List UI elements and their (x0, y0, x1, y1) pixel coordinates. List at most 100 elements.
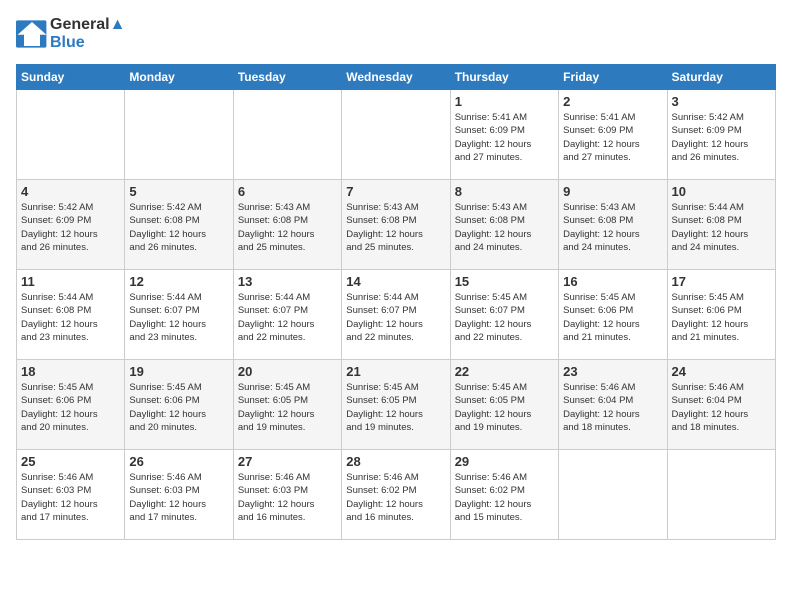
day-number: 6 (238, 184, 337, 199)
header-day-sunday: Sunday (17, 65, 125, 90)
day-info: Sunrise: 5:42 AM Sunset: 6:09 PM Dayligh… (672, 111, 771, 164)
calendar-cell: 23 Sunrise: 5:46 AM Sunset: 6:04 PM Dayli… (559, 360, 667, 450)
day-info: Sunrise: 5:42 AM Sunset: 6:08 PM Dayligh… (129, 201, 228, 254)
calendar-cell: 8 Sunrise: 5:43 AM Sunset: 6:08 PM Daylig… (450, 180, 558, 270)
calendar-cell: 13 Sunrise: 5:44 AM Sunset: 6:07 PM Dayli… (233, 270, 341, 360)
day-number: 27 (238, 454, 337, 469)
day-number: 24 (672, 364, 771, 379)
day-info: Sunrise: 5:42 AM Sunset: 6:09 PM Dayligh… (21, 201, 120, 254)
day-number: 22 (455, 364, 554, 379)
calendar-header: SundayMondayTuesdayWednesdayThursdayFrid… (17, 65, 776, 90)
calendar-week-1: 1 Sunrise: 5:41 AM Sunset: 6:09 PM Daylig… (17, 90, 776, 180)
calendar-cell: 11 Sunrise: 5:44 AM Sunset: 6:08 PM Dayli… (17, 270, 125, 360)
calendar-cell: 1 Sunrise: 5:41 AM Sunset: 6:09 PM Daylig… (450, 90, 558, 180)
day-number: 13 (238, 274, 337, 289)
day-number: 2 (563, 94, 662, 109)
day-info: Sunrise: 5:45 AM Sunset: 6:07 PM Dayligh… (455, 291, 554, 344)
calendar-cell: 19 Sunrise: 5:45 AM Sunset: 6:06 PM Dayli… (125, 360, 233, 450)
calendar-cell: 7Sunrise: 5:43 AM Sunset: 6:08 PM Daylig… (342, 180, 450, 270)
day-info: Sunrise: 5:44 AM Sunset: 6:07 PM Dayligh… (129, 291, 228, 344)
calendar-cell (559, 450, 667, 540)
day-number: 8 (455, 184, 554, 199)
day-info: Sunrise: 5:46 AM Sunset: 6:04 PM Dayligh… (672, 381, 771, 434)
calendar-cell: 26Sunrise: 5:46 AM Sunset: 6:03 PM Dayli… (125, 450, 233, 540)
day-number: 18 (21, 364, 120, 379)
calendar-cell: 27Sunrise: 5:46 AM Sunset: 6:03 PM Dayli… (233, 450, 341, 540)
day-info: Sunrise: 5:45 AM Sunset: 6:06 PM Dayligh… (563, 291, 662, 344)
calendar-cell: 9Sunrise: 5:43 AM Sunset: 6:08 PM Daylig… (559, 180, 667, 270)
calendar-cell: 2Sunrise: 5:41 AM Sunset: 6:09 PM Daylig… (559, 90, 667, 180)
day-number: 11 (21, 274, 120, 289)
calendar-cell: 15 Sunrise: 5:45 AM Sunset: 6:07 PM Dayli… (450, 270, 558, 360)
calendar-cell (667, 450, 775, 540)
calendar-cell: 5 Sunrise: 5:42 AM Sunset: 6:08 PM Daylig… (125, 180, 233, 270)
day-number: 10 (672, 184, 771, 199)
day-number: 20 (238, 364, 337, 379)
day-info: Sunrise: 5:46 AM Sunset: 6:04 PM Dayligh… (563, 381, 662, 434)
calendar-table: SundayMondayTuesdayWednesdayThursdayFrid… (16, 64, 776, 540)
day-info: Sunrise: 5:41 AM Sunset: 6:09 PM Dayligh… (455, 111, 554, 164)
day-number: 3 (672, 94, 771, 109)
day-number: 26 (129, 454, 228, 469)
calendar-cell (17, 90, 125, 180)
logo-text: General▲ Blue (50, 16, 125, 52)
calendar-week-4: 18 Sunrise: 5:45 AM Sunset: 6:06 PM Dayli… (17, 360, 776, 450)
calendar-cell: 25Sunrise: 5:46 AM Sunset: 6:03 PM Dayli… (17, 450, 125, 540)
calendar-cell: 21 Sunrise: 5:45 AM Sunset: 6:05 PM Dayli… (342, 360, 450, 450)
calendar-cell: 17Sunrise: 5:45 AM Sunset: 6:06 PM Dayli… (667, 270, 775, 360)
calendar-cell: 16 Sunrise: 5:45 AM Sunset: 6:06 PM Dayli… (559, 270, 667, 360)
day-number: 9 (563, 184, 662, 199)
day-number: 17 (672, 274, 771, 289)
day-number: 1 (455, 94, 554, 109)
calendar-cell: 28 Sunrise: 5:46 AM Sunset: 6:02 PM Dayli… (342, 450, 450, 540)
day-number: 21 (346, 364, 445, 379)
calendar-cell (233, 90, 341, 180)
day-info: Sunrise: 5:45 AM Sunset: 6:06 PM Dayligh… (129, 381, 228, 434)
calendar-cell: 12 Sunrise: 5:44 AM Sunset: 6:07 PM Dayli… (125, 270, 233, 360)
calendar-cell: 18 Sunrise: 5:45 AM Sunset: 6:06 PM Dayli… (17, 360, 125, 450)
calendar-body: 1 Sunrise: 5:41 AM Sunset: 6:09 PM Daylig… (17, 90, 776, 540)
calendar-cell: 10Sunrise: 5:44 AM Sunset: 6:08 PM Dayli… (667, 180, 775, 270)
day-number: 28 (346, 454, 445, 469)
day-info: Sunrise: 5:44 AM Sunset: 6:08 PM Dayligh… (21, 291, 120, 344)
day-info: Sunrise: 5:45 AM Sunset: 6:05 PM Dayligh… (455, 381, 554, 434)
calendar-cell: 24 Sunrise: 5:46 AM Sunset: 6:04 PM Dayli… (667, 360, 775, 450)
calendar-cell: 14 Sunrise: 5:44 AM Sunset: 6:07 PM Dayli… (342, 270, 450, 360)
day-info: Sunrise: 5:43 AM Sunset: 6:08 PM Dayligh… (455, 201, 554, 254)
logo-icon (16, 20, 48, 48)
day-info: Sunrise: 5:43 AM Sunset: 6:08 PM Dayligh… (346, 201, 445, 254)
calendar-week-3: 11 Sunrise: 5:44 AM Sunset: 6:08 PM Dayli… (17, 270, 776, 360)
day-number: 29 (455, 454, 554, 469)
header-day-monday: Monday (125, 65, 233, 90)
day-number: 15 (455, 274, 554, 289)
calendar-cell: 3 Sunrise: 5:42 AM Sunset: 6:09 PM Daylig… (667, 90, 775, 180)
page-header: General▲ Blue (16, 16, 776, 52)
calendar-cell: 4 Sunrise: 5:42 AM Sunset: 6:09 PM Daylig… (17, 180, 125, 270)
calendar-cell: 6 Sunrise: 5:43 AM Sunset: 6:08 PM Daylig… (233, 180, 341, 270)
day-info: Sunrise: 5:45 AM Sunset: 6:06 PM Dayligh… (21, 381, 120, 434)
day-info: Sunrise: 5:46 AM Sunset: 6:02 PM Dayligh… (346, 471, 445, 524)
header-day-saturday: Saturday (667, 65, 775, 90)
header-day-friday: Friday (559, 65, 667, 90)
day-number: 12 (129, 274, 228, 289)
day-info: Sunrise: 5:46 AM Sunset: 6:02 PM Dayligh… (455, 471, 554, 524)
day-number: 16 (563, 274, 662, 289)
day-info: Sunrise: 5:45 AM Sunset: 6:05 PM Dayligh… (346, 381, 445, 434)
day-info: Sunrise: 5:44 AM Sunset: 6:07 PM Dayligh… (238, 291, 337, 344)
header-day-wednesday: Wednesday (342, 65, 450, 90)
day-info: Sunrise: 5:46 AM Sunset: 6:03 PM Dayligh… (21, 471, 120, 524)
day-info: Sunrise: 5:43 AM Sunset: 6:08 PM Dayligh… (238, 201, 337, 254)
day-info: Sunrise: 5:45 AM Sunset: 6:05 PM Dayligh… (238, 381, 337, 434)
calendar-week-2: 4 Sunrise: 5:42 AM Sunset: 6:09 PM Daylig… (17, 180, 776, 270)
logo: General▲ Blue (16, 16, 125, 52)
day-number: 23 (563, 364, 662, 379)
calendar-cell: 20 Sunrise: 5:45 AM Sunset: 6:05 PM Dayli… (233, 360, 341, 450)
calendar-cell: 29 Sunrise: 5:46 AM Sunset: 6:02 PM Dayli… (450, 450, 558, 540)
day-number: 19 (129, 364, 228, 379)
day-number: 5 (129, 184, 228, 199)
day-number: 4 (21, 184, 120, 199)
day-info: Sunrise: 5:44 AM Sunset: 6:07 PM Dayligh… (346, 291, 445, 344)
calendar-cell: 22 Sunrise: 5:45 AM Sunset: 6:05 PM Dayli… (450, 360, 558, 450)
calendar-cell (342, 90, 450, 180)
day-number: 14 (346, 274, 445, 289)
